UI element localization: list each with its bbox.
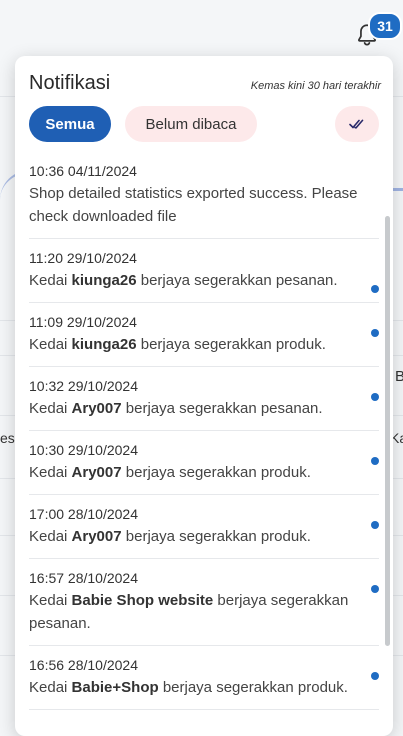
notification-item[interactable]: 17:00 28/10/2024 Kedai Ary007 berjaya se… — [29, 495, 379, 559]
double-check-icon — [349, 119, 364, 129]
notification-time: 10:36 04/11/2024 — [29, 163, 137, 179]
notification-text: Kedai Babie+Shop berjaya segerakkan prod… — [29, 679, 348, 696]
panel-subtitle: Kemas kini 30 hari terakhir — [250, 80, 381, 92]
tab-all[interactable]: Semua — [29, 106, 111, 142]
notification-item[interactable]: 11:20 29/10/2024 Kedai kiunga26 berjaya … — [29, 239, 379, 303]
notification-item[interactable]: 11:09 29/10/2024 Kedai kiunga26 berjaya … — [29, 303, 379, 367]
notification-panel: Notifikasi Kemas kini 30 hari terakhir S… — [15, 56, 393, 736]
notification-text: Kedai Ary007 berjaya segerakkan pesanan. — [29, 400, 323, 417]
unread-dot — [371, 285, 379, 293]
notification-time: 16:56 28/10/2024 — [29, 657, 138, 673]
unread-dot — [371, 585, 379, 593]
notification-text: Kedai kiunga26 berjaya segerakkan produk… — [29, 336, 326, 353]
background-text: B — [395, 368, 403, 385]
notification-item[interactable]: 10:32 29/10/2024 Kedai Ary007 berjaya se… — [29, 367, 379, 431]
notification-item[interactable]: 10:30 29/10/2024 Kedai Ary007 berjaya se… — [29, 431, 379, 495]
notification-text: Kedai Babie Shop website berjaya segerak… — [29, 592, 349, 632]
panel-title: Notifikasi — [29, 72, 111, 94]
filter-bar: Semua Belum dibaca — [15, 100, 393, 152]
notification-item[interactable]: 16:57 28/10/2024 Kedai Babie Shop websit… — [29, 559, 379, 646]
notification-time: 11:20 29/10/2024 — [29, 250, 137, 266]
notification-time: 10:32 29/10/2024 — [29, 378, 138, 394]
notification-time: 11:09 29/10/2024 — [29, 314, 137, 330]
notification-time: 17:00 28/10/2024 — [29, 506, 138, 522]
unread-dot — [371, 457, 379, 465]
notification-text: Kedai kiunga26 berjaya segerakkan pesana… — [29, 272, 338, 289]
unread-dot — [371, 393, 379, 401]
notification-time: 16:57 28/10/2024 — [29, 570, 138, 586]
unread-dot — [371, 329, 379, 337]
unread-dot — [371, 521, 379, 529]
notification-text: Shop detailed statistics exported succes… — [29, 185, 358, 225]
notification-count-badge: 31 — [368, 12, 402, 40]
scrollbar[interactable] — [385, 216, 390, 646]
notification-text: Kedai Ary007 berjaya segerakkan produk. — [29, 528, 311, 545]
unread-dot — [371, 672, 379, 680]
mark-all-read-button[interactable] — [335, 106, 379, 142]
notification-list: 10:36 04/11/2024 Shop detailed statistic… — [15, 152, 393, 710]
notification-item[interactable]: 16:56 28/10/2024 Kedai Babie+Shop berjay… — [29, 646, 379, 710]
notification-bell-button[interactable]: 31 — [352, 12, 402, 50]
notification-text: Kedai Ary007 berjaya segerakkan produk. — [29, 464, 311, 481]
panel-header: Notifikasi Kemas kini 30 hari terakhir — [15, 56, 393, 100]
notification-time: 10:30 29/10/2024 — [29, 442, 138, 458]
tab-unread[interactable]: Belum dibaca — [125, 106, 257, 142]
notification-item[interactable]: 10:36 04/11/2024 Shop detailed statistic… — [29, 152, 379, 239]
